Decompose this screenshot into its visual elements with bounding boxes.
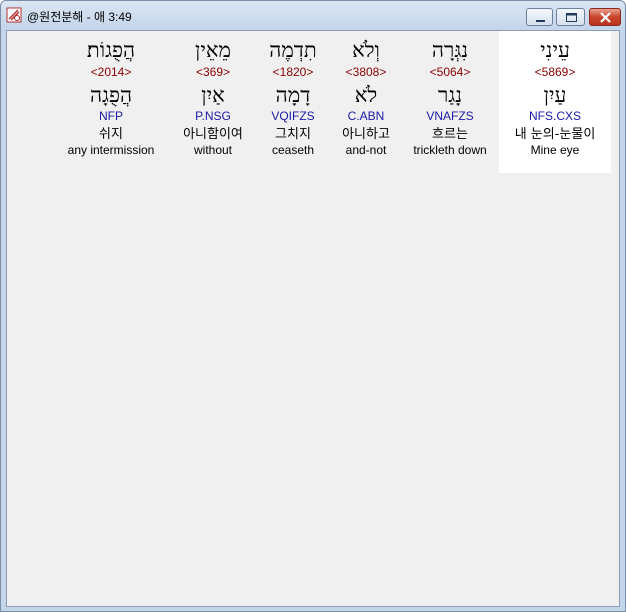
morphology-code: VNAFZS [426, 109, 474, 123]
app-window: @원전분해 - 애 3:49 הֲפֻגוֹת׃ <2014> הֲפֻגָה … [0, 0, 626, 612]
hebrew-lemma: הֲפֻגָה [89, 83, 133, 107]
english-gloss: trickleth down [413, 143, 487, 157]
word-column[interactable]: נִגְּרָה <5064> נָגַר VNAFZS 흐르는 trickle… [394, 31, 506, 173]
close-icon [600, 12, 611, 23]
morphology-code: NFS.CXS [528, 109, 581, 123]
english-gloss: any intermission [67, 143, 155, 157]
korean-gloss: 내 눈의-눈물이 [514, 127, 596, 142]
english-gloss: Mine eye [530, 143, 580, 157]
korean-gloss: 쉬지 [99, 127, 123, 142]
hebrew-lemma: עַיִן [543, 83, 567, 107]
strong-number: <5064> [429, 65, 471, 79]
maximize-button[interactable] [556, 8, 585, 26]
hebrew-word: עֵינִי [540, 38, 570, 62]
title-bar[interactable]: @원전분해 - 애 3:49 [1, 1, 625, 29]
window-title: @원전분해 - 애 3:49 [27, 10, 132, 24]
app-icon[interactable] [6, 7, 22, 23]
hebrew-word: הֲפֻגוֹת׃ [86, 38, 136, 62]
strong-number: <2014> [90, 65, 132, 79]
hebrew-word: נִגְּרָה [431, 38, 469, 62]
minimize-button[interactable] [526, 8, 553, 26]
hebrew-lemma: נָגַר [437, 83, 463, 107]
word-column[interactable]: הֲפֻגוֹת׃ <2014> הֲפֻגָה NFP 쉬지 any inte… [55, 31, 167, 173]
word-column-selected[interactable]: עֵינִי <5869> עַיִן NFS.CXS 내 눈의-눈물이 Min… [499, 31, 611, 173]
word-analysis-panel: הֲפֻגוֹת׃ <2014> הֲפֻגָה NFP 쉬지 any inte… [6, 30, 620, 607]
korean-gloss: 흐르는 [432, 127, 468, 142]
strong-number: <5869> [534, 65, 576, 79]
minimize-icon [536, 20, 545, 22]
close-button[interactable] [589, 8, 621, 26]
morphology-code: NFP [99, 109, 123, 123]
